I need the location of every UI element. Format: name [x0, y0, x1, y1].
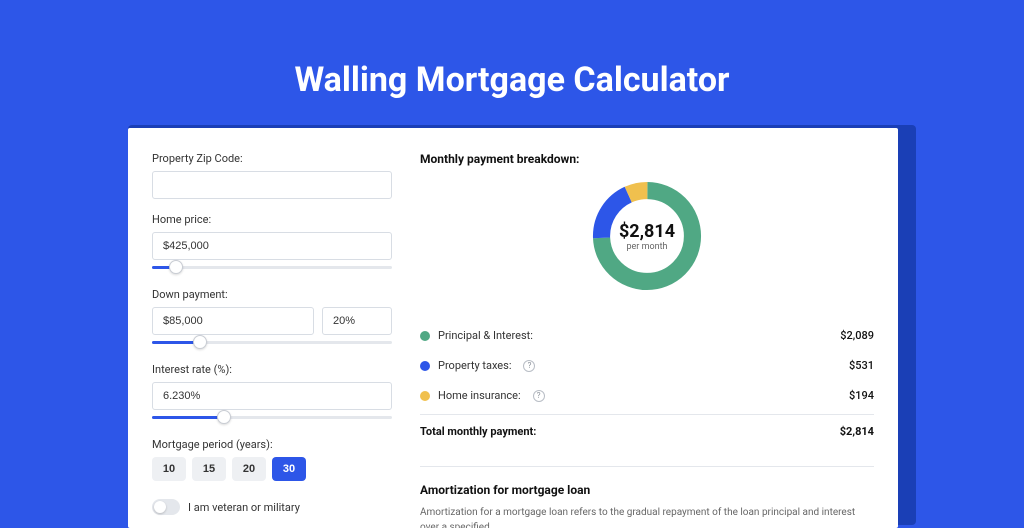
down-payment-percent-input[interactable] [322, 307, 392, 335]
legend-value-taxes: $531 [849, 359, 874, 372]
donut-chart: $2,814 per month [587, 176, 707, 296]
home-price-input[interactable] [152, 232, 392, 260]
home-price-group: Home price: [152, 213, 392, 274]
interest-rate-label: Interest rate (%): [152, 363, 392, 376]
veteran-toggle[interactable] [152, 499, 180, 515]
legend-label-insurance: Home insurance: [438, 389, 521, 402]
donut-sub: per month [626, 242, 667, 252]
period-option-20[interactable]: 20 [232, 457, 266, 481]
down-payment-input[interactable] [152, 307, 314, 335]
legend-value-principal: $2,089 [840, 329, 874, 342]
zip-group: Property Zip Code: [152, 152, 392, 199]
legend-dot-taxes [420, 361, 430, 371]
legend-row-insurance: Home insurance: ? $194 [420, 380, 874, 410]
interest-rate-input[interactable] [152, 382, 392, 410]
legend-label-principal: Principal & Interest: [438, 329, 533, 342]
zip-label: Property Zip Code: [152, 152, 392, 165]
donut-chart-wrap: $2,814 per month [420, 176, 874, 296]
down-payment-slider[interactable] [152, 337, 392, 349]
calculator-card: Property Zip Code: Home price: Down paym… [128, 128, 898, 528]
zip-input[interactable] [152, 171, 392, 199]
total-label: Total monthly payment: [420, 425, 536, 438]
legend-dot-insurance [420, 391, 430, 401]
down-payment-group: Down payment: [152, 288, 392, 349]
legend-value-insurance: $194 [849, 389, 874, 402]
amortization-title: Amortization for mortgage loan [420, 483, 874, 497]
breakdown-title: Monthly payment breakdown: [420, 152, 874, 166]
home-price-slider[interactable] [152, 262, 392, 274]
breakdown-column: Monthly payment breakdown: $2,814 per mo… [420, 152, 874, 504]
home-price-label: Home price: [152, 213, 392, 226]
info-icon[interactable]: ? [533, 390, 545, 402]
period-option-30[interactable]: 30 [272, 457, 306, 481]
donut-center: $2,814 per month [605, 194, 689, 278]
donut-amount: $2,814 [619, 221, 675, 242]
mortgage-period-group: Mortgage period (years): 10 15 20 30 [152, 438, 392, 481]
total-row: Total monthly payment: $2,814 [420, 414, 874, 448]
legend-dot-principal [420, 331, 430, 341]
period-option-15[interactable]: 15 [192, 457, 226, 481]
page-title: Walling Mortgage Calculator [0, 0, 1024, 100]
mortgage-period-label: Mortgage period (years): [152, 438, 392, 451]
amortization-text: Amortization for a mortgage loan refers … [420, 505, 874, 528]
interest-rate-group: Interest rate (%): [152, 363, 392, 424]
legend-label-taxes: Property taxes: [438, 359, 511, 372]
info-icon[interactable]: ? [523, 360, 535, 372]
mortgage-period-options: 10 15 20 30 [152, 457, 392, 481]
legend-row-principal: Principal & Interest: $2,089 [420, 320, 874, 350]
period-option-10[interactable]: 10 [152, 457, 186, 481]
legend-row-taxes: Property taxes: ? $531 [420, 350, 874, 380]
veteran-row: I am veteran or military [152, 499, 392, 515]
form-column: Property Zip Code: Home price: Down paym… [152, 152, 392, 504]
amortization-section: Amortization for mortgage loan Amortizat… [420, 466, 874, 528]
down-payment-label: Down payment: [152, 288, 392, 301]
total-value: $2,814 [840, 425, 874, 438]
interest-rate-slider[interactable] [152, 412, 392, 424]
